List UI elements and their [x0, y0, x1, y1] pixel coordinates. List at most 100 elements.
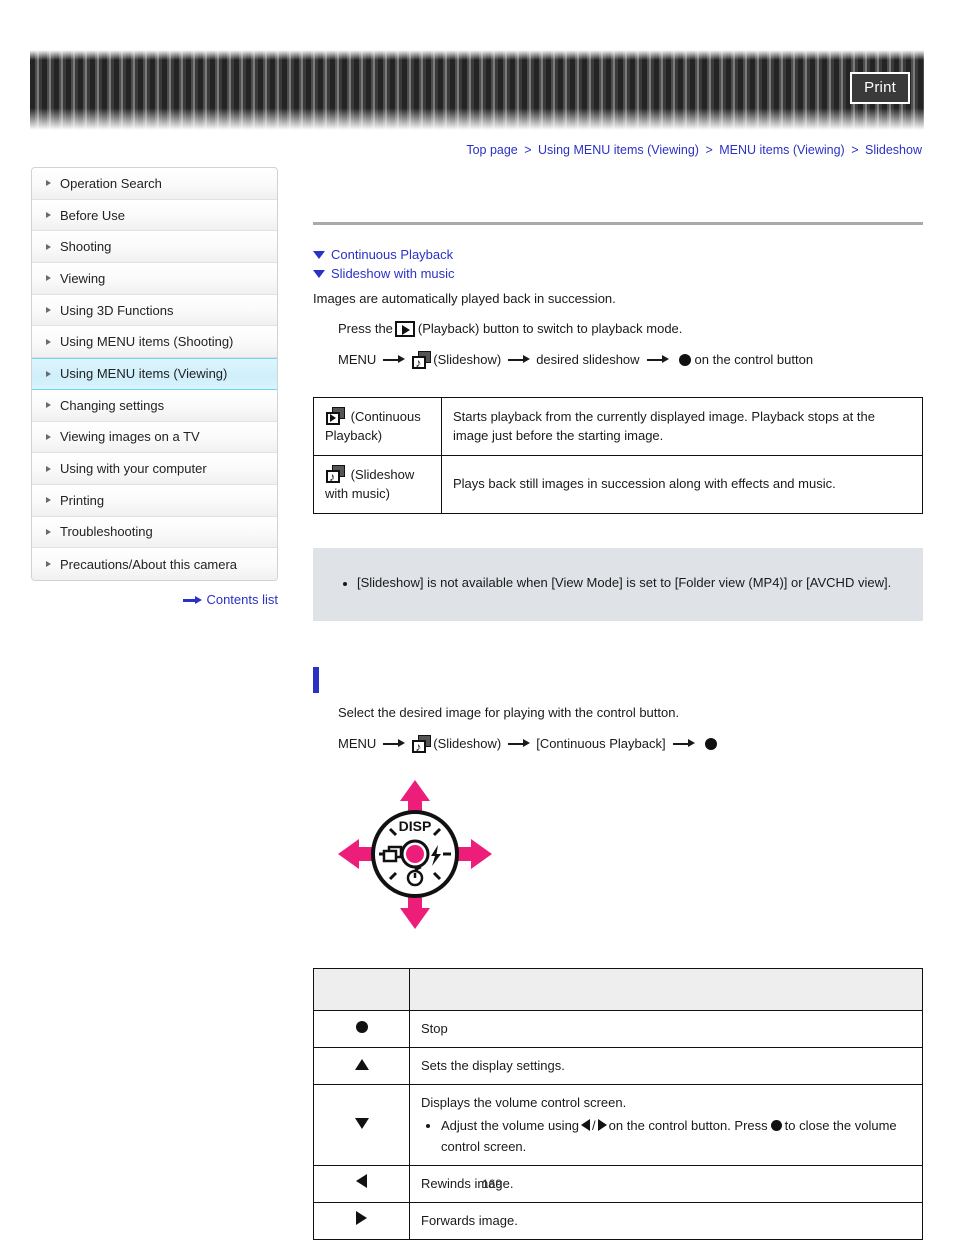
triangle-down-icon [313, 269, 325, 278]
sidebar-item-using-with-your-computer[interactable]: Using with your computer [32, 453, 277, 485]
breadcrumb: Top page > Using MENU items (Viewing) > … [466, 143, 922, 157]
step-menu-slideshow: MENU ♪ (Slideshow) desired slideshow on … [338, 349, 923, 371]
sidebar-item-troubleshooting[interactable]: Troubleshooting [32, 516, 277, 549]
sidebar-item-using-menu-items-shooting[interactable]: Using MENU items (Shooting) [32, 326, 277, 359]
arrow-right-icon [383, 739, 406, 748]
header-cell-description [409, 968, 923, 1012]
intro-paragraph: Images are automatically played back in … [313, 291, 616, 306]
chevron-right-icon [46, 402, 51, 409]
table-header-row [313, 968, 923, 1012]
sidebar-item-using-3d-functions[interactable]: Using 3D Functions [32, 294, 277, 327]
arrow-right-icon [646, 355, 669, 364]
anchor-label: Slideshow with music [331, 266, 455, 281]
step-press-playback: Press the (Playback) button to switch to… [338, 318, 923, 340]
contents-list-link[interactable]: Contents list [31, 592, 278, 607]
chevron-right-icon [46, 497, 51, 504]
sidebar-item-using-menu-items-viewing[interactable]: Using MENU items (Viewing) [32, 358, 277, 390]
step-menu-continuous-playback: MENU ♪ (Slideshow) [Continuous Playback] [338, 733, 923, 755]
table-row: Displays the volume control screen. Adju… [313, 1084, 923, 1166]
key-cell-right [313, 1201, 410, 1240]
step-text-after: (Playback) button to switch to playback … [417, 320, 683, 336]
sidebar-item-label: Shooting [60, 239, 112, 255]
sidebar-item-label: Precautions/About this camera [60, 556, 238, 572]
section-lead-label: Select the desired image for playing wit… [338, 704, 680, 720]
operation-description: Forwards image. [409, 1201, 923, 1240]
table-row: Sets the display settings. [313, 1047, 923, 1086]
bullet-text-b: / [592, 1118, 596, 1134]
operation-description-text: Displays the volume control screen. [421, 1095, 627, 1111]
sidebar-item-label: Troubleshooting [60, 524, 153, 540]
triangle-left-icon [581, 1119, 591, 1132]
breadcrumb-separator: > [705, 143, 713, 157]
triangle-right-icon [597, 1119, 607, 1132]
breadcrumb-item-using-menu-items-viewing[interactable]: Using MENU items (Viewing) [538, 143, 699, 157]
desired-slideshow-label: desired slideshow [536, 351, 640, 367]
arrow-right-icon [183, 596, 203, 604]
sidebar-item-viewing[interactable]: Viewing [32, 263, 277, 295]
table-row: (Continuous Playback) Starts playback fr… [313, 396, 923, 456]
control-button-label: on the control button [694, 351, 814, 367]
sidebar-item-label: Operation Search [60, 175, 162, 191]
center-dot-icon [770, 1120, 782, 1132]
chevron-right-icon [46, 338, 51, 345]
sidebar-item-before-use[interactable]: Before Use [32, 199, 277, 232]
page-number: 169 [0, 1177, 954, 1191]
contents-list-label: Contents list [206, 592, 278, 607]
operation-description-volume: Displays the volume control screen. Adju… [409, 1084, 923, 1166]
triangle-down-icon [354, 1117, 369, 1129]
sidebar-item-label: Using 3D Functions [60, 302, 174, 318]
anchor-continuous-playback[interactable]: Continuous Playback [313, 247, 923, 262]
page-title [313, 167, 923, 222]
breadcrumb-item-top-page[interactable]: Top page [466, 143, 517, 157]
chevron-right-icon [46, 433, 51, 440]
page-number-value: 169 [481, 1177, 503, 1191]
sidebar-item-label: Viewing [60, 270, 106, 286]
sidebar-item-label: Changing settings [60, 397, 165, 413]
control-button-operations-table: Stop Sets the display settings. Displays… [313, 968, 923, 1240]
operation-description: Sets the display settings. [409, 1047, 923, 1086]
step-text-before: Press the [338, 320, 393, 336]
section-heading [313, 666, 923, 693]
section-lead-text: Select the desired image for playing wit… [338, 702, 923, 724]
bullet-text-a: Adjust the volume using [441, 1118, 580, 1134]
mode-cell-slideshow-with-music: ♪ (Slideshow with music) [313, 454, 442, 514]
chevron-right-icon [46, 275, 51, 282]
key-cell-up [313, 1047, 410, 1086]
chevron-right-icon [46, 370, 51, 377]
continuous-playback-icon [326, 406, 345, 425]
arrow-right-icon [508, 355, 531, 364]
breadcrumb-item-menu-items-viewing[interactable]: MENU items (Viewing) [719, 143, 845, 157]
arrow-right-icon [672, 739, 695, 748]
chevron-right-icon [46, 561, 51, 568]
sidebar-item-operation-search[interactable]: Operation Search [32, 168, 277, 200]
slideshow-icon: ♪ [412, 350, 432, 369]
sidebar-item-shooting[interactable]: Shooting [32, 231, 277, 264]
sidebar-item-precautions-about-this-camera[interactable]: Precautions/About this camera [32, 548, 277, 580]
header-banner: Print [30, 50, 924, 130]
sidebar-item-label: Printing [60, 492, 105, 508]
sidebar-item-label: Using MENU items (Shooting) [60, 334, 234, 350]
chevron-right-icon [46, 307, 51, 314]
title-divider [313, 222, 923, 225]
control-button-diagram: DISP [335, 777, 495, 932]
header-cell-key [313, 968, 410, 1012]
menu-label: MENU [338, 351, 377, 367]
sidebar-item-printing[interactable]: Printing [32, 484, 277, 517]
breadcrumb-item-slideshow[interactable]: Slideshow [865, 143, 922, 157]
banner-fade-top [30, 50, 924, 60]
operation-bullet-item: Adjust the volume using / on the control b… [441, 1116, 911, 1156]
slideshow-label: (Slideshow) [433, 351, 502, 367]
continuous-playback-option-label: [Continuous Playback] [536, 735, 666, 751]
sidebar-item-changing-settings[interactable]: Changing settings [32, 389, 277, 422]
triangle-right-icon [356, 1210, 367, 1225]
slideshow-icon: ♪ [412, 734, 432, 753]
slideshow-label: (Slideshow) [433, 735, 502, 751]
anchor-slideshow-with-music[interactable]: Slideshow with music [313, 266, 923, 281]
key-cell-center [313, 1010, 410, 1049]
bullet-text-c: on the control button. Press [608, 1118, 768, 1134]
mode-cell-continuous-playback: (Continuous Playback) [313, 396, 442, 456]
note-box: [Slideshow] is not available when [View … [313, 547, 923, 621]
arrow-right-icon [508, 739, 531, 748]
print-button[interactable]: Print [850, 72, 910, 104]
sidebar-item-viewing-images-on-a-tv[interactable]: Viewing images on a TV [32, 421, 277, 454]
